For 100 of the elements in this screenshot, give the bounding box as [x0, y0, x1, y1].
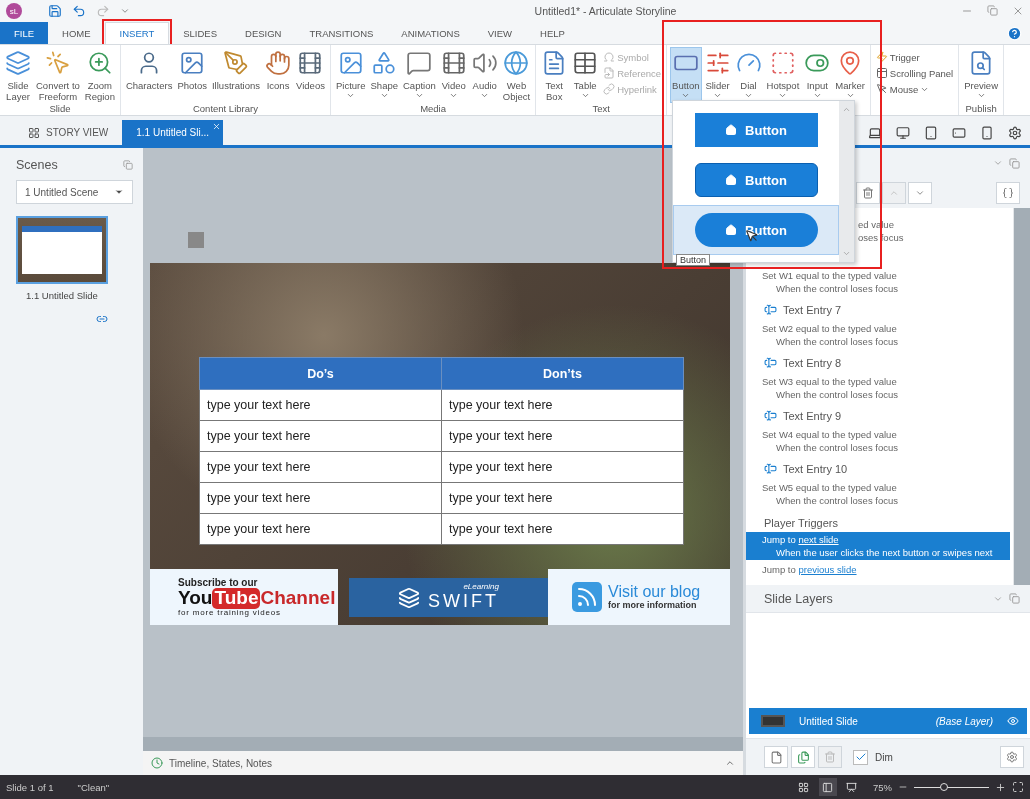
button-style[interactable]: Button: [694, 113, 818, 147]
trigger-item[interactable]: Set W4 equal to the typed value When the control loses focus: [746, 427, 1010, 455]
menu-tab[interactable]: HELP: [526, 22, 579, 44]
tablet-icon[interactable]: [924, 126, 938, 140]
phone-landscape-icon[interactable]: [952, 126, 966, 140]
timeline-toggle[interactable]: Timeline, States, Notes: [169, 757, 272, 769]
menu-tab[interactable]: HOME: [48, 22, 105, 44]
button-style[interactable]: Button: [694, 163, 818, 197]
ribbon-button[interactable]: Marker: [833, 47, 867, 104]
restore-icon[interactable]: [1009, 157, 1020, 169]
ribbon-button[interactable]: Slider: [702, 47, 733, 104]
caret-icon: [480, 91, 490, 100]
banner-text: Subscribe to our: [178, 576, 259, 588]
duplicate-layer-button[interactable]: [791, 746, 815, 768]
layer-row[interactable]: Untitled Slide (Base Layer): [749, 708, 1027, 734]
caret-icon[interactable]: [725, 758, 735, 768]
delete-layer-button[interactable]: [818, 746, 842, 768]
ribbon-button[interactable]: Scrolling Panel: [875, 67, 954, 79]
menu-tab[interactable]: ANIMATIONS: [387, 22, 474, 44]
redo-icon[interactable]: [96, 4, 110, 18]
omega-icon: [603, 51, 616, 63]
ribbon-button[interactable]: Hotspot: [764, 47, 802, 104]
ribbon-button[interactable]: Mouse: [875, 83, 954, 95]
menu-tab[interactable]: SLIDES: [169, 22, 232, 44]
logo-text: eLearning: [463, 583, 499, 592]
ribbon-button[interactable]: Trigger: [875, 51, 954, 63]
ribbon-button[interactable]: Web Object: [500, 47, 533, 103]
menu-tab[interactable]: VIEW: [473, 22, 527, 44]
film-icon: [440, 50, 467, 76]
ribbon-button[interactable]: Characters: [123, 47, 175, 103]
ribbon-button[interactable]: Illustrations: [210, 47, 263, 103]
caret-icon[interactable]: [993, 158, 1003, 168]
ribbon-button[interactable]: Preview: [962, 47, 1000, 103]
ribbon-button[interactable]: Photos: [175, 47, 209, 103]
ribbon-button[interactable]: Text Box: [539, 47, 570, 103]
trigger-item[interactable]: Set W3 equal to the typed value When the control loses focus: [746, 374, 1010, 402]
monitor-icon[interactable]: [896, 126, 910, 140]
zoom-in-icon[interactable]: [995, 781, 1006, 793]
ribbon-button[interactable]: Shape: [368, 47, 400, 103]
vertical-scrollbar[interactable]: [1013, 208, 1030, 585]
undo-icon[interactable]: [72, 4, 86, 18]
object-name[interactable]: Text Entry 9: [783, 409, 842, 422]
ribbon-button[interactable]: Video: [438, 47, 469, 103]
trigger-item[interactable]: Jump to next slide When the user clicks the next button or swipes next: [746, 532, 1010, 560]
trigger-item[interactable]: Set W1 equal to the typed value When the control loses focus: [746, 268, 1010, 296]
speech-bubble-icon: [406, 50, 433, 76]
phone-icon[interactable]: [980, 126, 994, 140]
object-name[interactable]: Text Entry 8: [783, 356, 842, 369]
caret-icon[interactable]: [120, 6, 130, 16]
dim-checkbox[interactable]: [853, 749, 868, 765]
slide-thumbnail[interactable]: [16, 216, 108, 284]
banner-text: Visit our blog: [608, 583, 701, 601]
settings-icon[interactable]: [1008, 126, 1022, 140]
trigger-item[interactable]: Set W2 equal to the typed value When the control loses focus: [746, 321, 1010, 349]
eye-icon[interactable]: [1007, 715, 1019, 727]
restore-icon[interactable]: [1009, 593, 1020, 604]
menu-tab[interactable]: FILE: [0, 22, 49, 44]
horizontal-scrollbar[interactable]: [143, 737, 743, 751]
menu-tab[interactable]: INSERT: [104, 22, 170, 44]
trigger-item[interactable]: Jump to previous slide: [746, 562, 1010, 577]
caret-icon: [778, 91, 788, 100]
new-layer-button[interactable]: [764, 746, 788, 768]
save-icon[interactable]: [48, 4, 62, 18]
object-name[interactable]: Text Entry 10: [783, 462, 848, 475]
laptop-icon[interactable]: [868, 126, 882, 140]
document-tab[interactable]: 1.1 Untitled Sli...: [122, 120, 224, 145]
button-style[interactable]: Button: [694, 213, 818, 247]
ribbon-button[interactable]: Button: [670, 47, 702, 104]
close-icon[interactable]: [212, 122, 222, 131]
ribbon-button[interactable]: Input: [802, 47, 833, 104]
menu-scrollbar[interactable]: [839, 101, 854, 262]
fit-icon[interactable]: [1012, 781, 1024, 793]
close-icon[interactable]: [1012, 5, 1024, 17]
view-button[interactable]: [819, 778, 837, 796]
ribbon-button[interactable]: Caption: [401, 47, 438, 103]
menu-tab[interactable]: TRANSITIONS: [295, 22, 388, 44]
ribbon-button[interactable]: Icons: [263, 47, 294, 103]
ribbon-button[interactable]: Slide Layer: [3, 47, 33, 103]
ribbon-button[interactable]: Zoom Region: [82, 47, 117, 103]
restore-icon[interactable]: [123, 160, 133, 170]
scroll-down-icon[interactable]: [842, 249, 851, 258]
delete-button[interactable]: [856, 182, 880, 204]
settings-button[interactable]: [1000, 746, 1024, 768]
scene-dropdown[interactable]: 1 Untitled Scene: [16, 180, 133, 204]
scroll-up-icon[interactable]: [842, 105, 851, 114]
slider-thumb[interactable]: [940, 782, 948, 791]
ribbon-button[interactable]: Audio: [469, 47, 500, 103]
menu-tab[interactable]: DESIGN: [231, 22, 296, 44]
ribbon-button[interactable]: Dial: [733, 47, 764, 104]
zoom-reading: 75%: [873, 781, 892, 793]
ribbon-button[interactable]: Table: [570, 47, 601, 103]
ribbon-button[interactable]: Videos: [294, 47, 327, 103]
restore-icon[interactable]: [987, 5, 998, 16]
document-tab[interactable]: STORY VIEW: [14, 120, 123, 145]
ribbon-button[interactable]: Convert to Freeform: [34, 47, 82, 103]
ribbon-button[interactable]: Picture: [333, 47, 368, 103]
trigger-item[interactable]: Set W5 equal to the typed value When the control loses focus: [746, 480, 1010, 508]
help-icon[interactable]: [1007, 26, 1022, 41]
variables-button[interactable]: [996, 182, 1020, 204]
object-name[interactable]: Text Entry 7: [783, 303, 842, 316]
